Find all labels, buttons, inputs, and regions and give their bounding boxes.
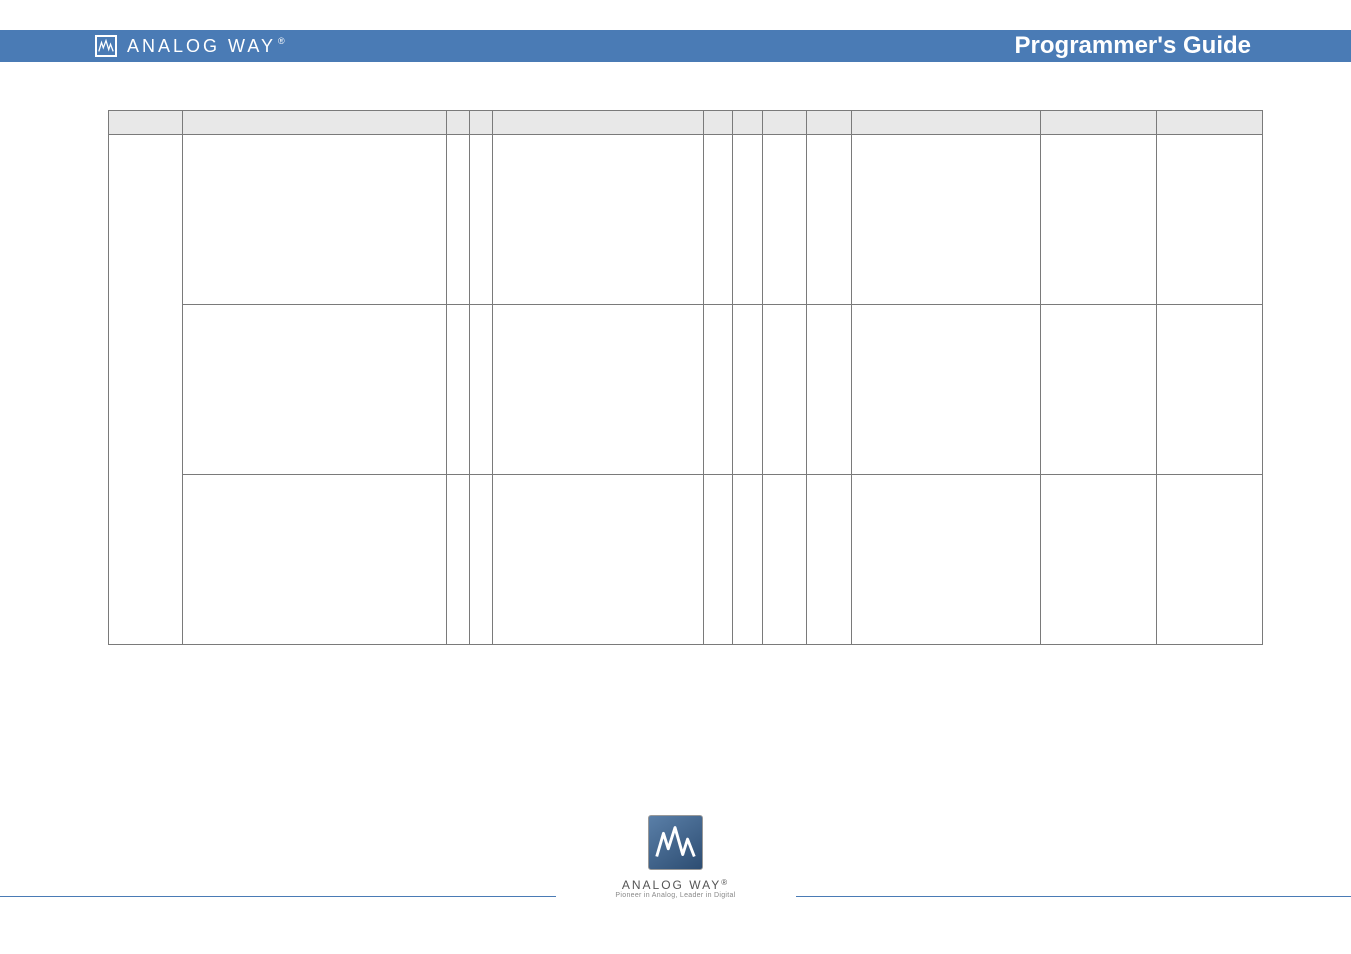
- logo-icon: [97, 37, 115, 55]
- cell: [1157, 135, 1263, 305]
- cell: [182, 135, 446, 305]
- cell: [807, 305, 851, 475]
- th-7: [762, 111, 806, 135]
- table-row: [109, 475, 1263, 645]
- th-5: [703, 111, 733, 135]
- footer-rule-right: [796, 896, 1351, 897]
- cell: [182, 305, 446, 475]
- th-3: [469, 111, 492, 135]
- table-row: [109, 305, 1263, 475]
- footer-brand-text: ANALOG WAY: [622, 878, 721, 892]
- cell: [762, 305, 806, 475]
- command-table: [108, 110, 1263, 645]
- cell: [1157, 305, 1263, 475]
- th-8: [807, 111, 851, 135]
- cell: [492, 135, 703, 305]
- cell: [182, 475, 446, 645]
- brand-registered: ®: [278, 36, 288, 46]
- cell: [733, 475, 763, 645]
- cell: [807, 135, 851, 305]
- cell: [762, 475, 806, 645]
- cell: [469, 305, 492, 475]
- cell: [1157, 475, 1263, 645]
- th-6: [733, 111, 763, 135]
- cell: [446, 475, 469, 645]
- cell: [492, 475, 703, 645]
- brand-name: ANALOG WAY®: [127, 36, 288, 57]
- cell: [469, 475, 492, 645]
- th-1: [182, 111, 446, 135]
- footer-brand: ANALOG WAY®: [0, 878, 1351, 892]
- table-header-row: [109, 111, 1263, 135]
- cell: [807, 475, 851, 645]
- th-2: [446, 111, 469, 135]
- th-4: [492, 111, 703, 135]
- cell: [1041, 475, 1157, 645]
- footer-brand-registered: ®: [721, 878, 729, 887]
- cell: [703, 475, 733, 645]
- table: [108, 110, 1263, 645]
- th-9: [851, 111, 1041, 135]
- cell: [851, 305, 1041, 475]
- footer-rule: [0, 895, 1351, 898]
- cell: [1041, 305, 1157, 475]
- cell: [446, 305, 469, 475]
- cell: [469, 135, 492, 305]
- cell: [492, 305, 703, 475]
- th-0: [109, 111, 183, 135]
- footer-logo-icon: [649, 816, 702, 869]
- footer-rule-left: [0, 896, 556, 897]
- cell: [703, 305, 733, 475]
- brand-name-text: ANALOG WAY: [127, 36, 276, 56]
- cell: [733, 135, 763, 305]
- footer-logo: ANALOG WAY® Pioneer in Analog, Leader in…: [0, 815, 1351, 899]
- brand-logo-mark: [95, 35, 117, 57]
- cell: [733, 305, 763, 475]
- cell-group: [109, 135, 183, 645]
- th-10: [1041, 111, 1157, 135]
- cell: [851, 135, 1041, 305]
- cell: [851, 475, 1041, 645]
- header-band: ANALOG WAY® Programmer's Guide: [0, 30, 1351, 62]
- th-11: [1157, 111, 1263, 135]
- cell: [446, 135, 469, 305]
- cell: [762, 135, 806, 305]
- footer-logo-mark: [648, 815, 703, 870]
- cell: [703, 135, 733, 305]
- cell: [1041, 135, 1157, 305]
- table-row: [109, 135, 1263, 305]
- page-title: Programmer's Guide: [1015, 32, 1251, 60]
